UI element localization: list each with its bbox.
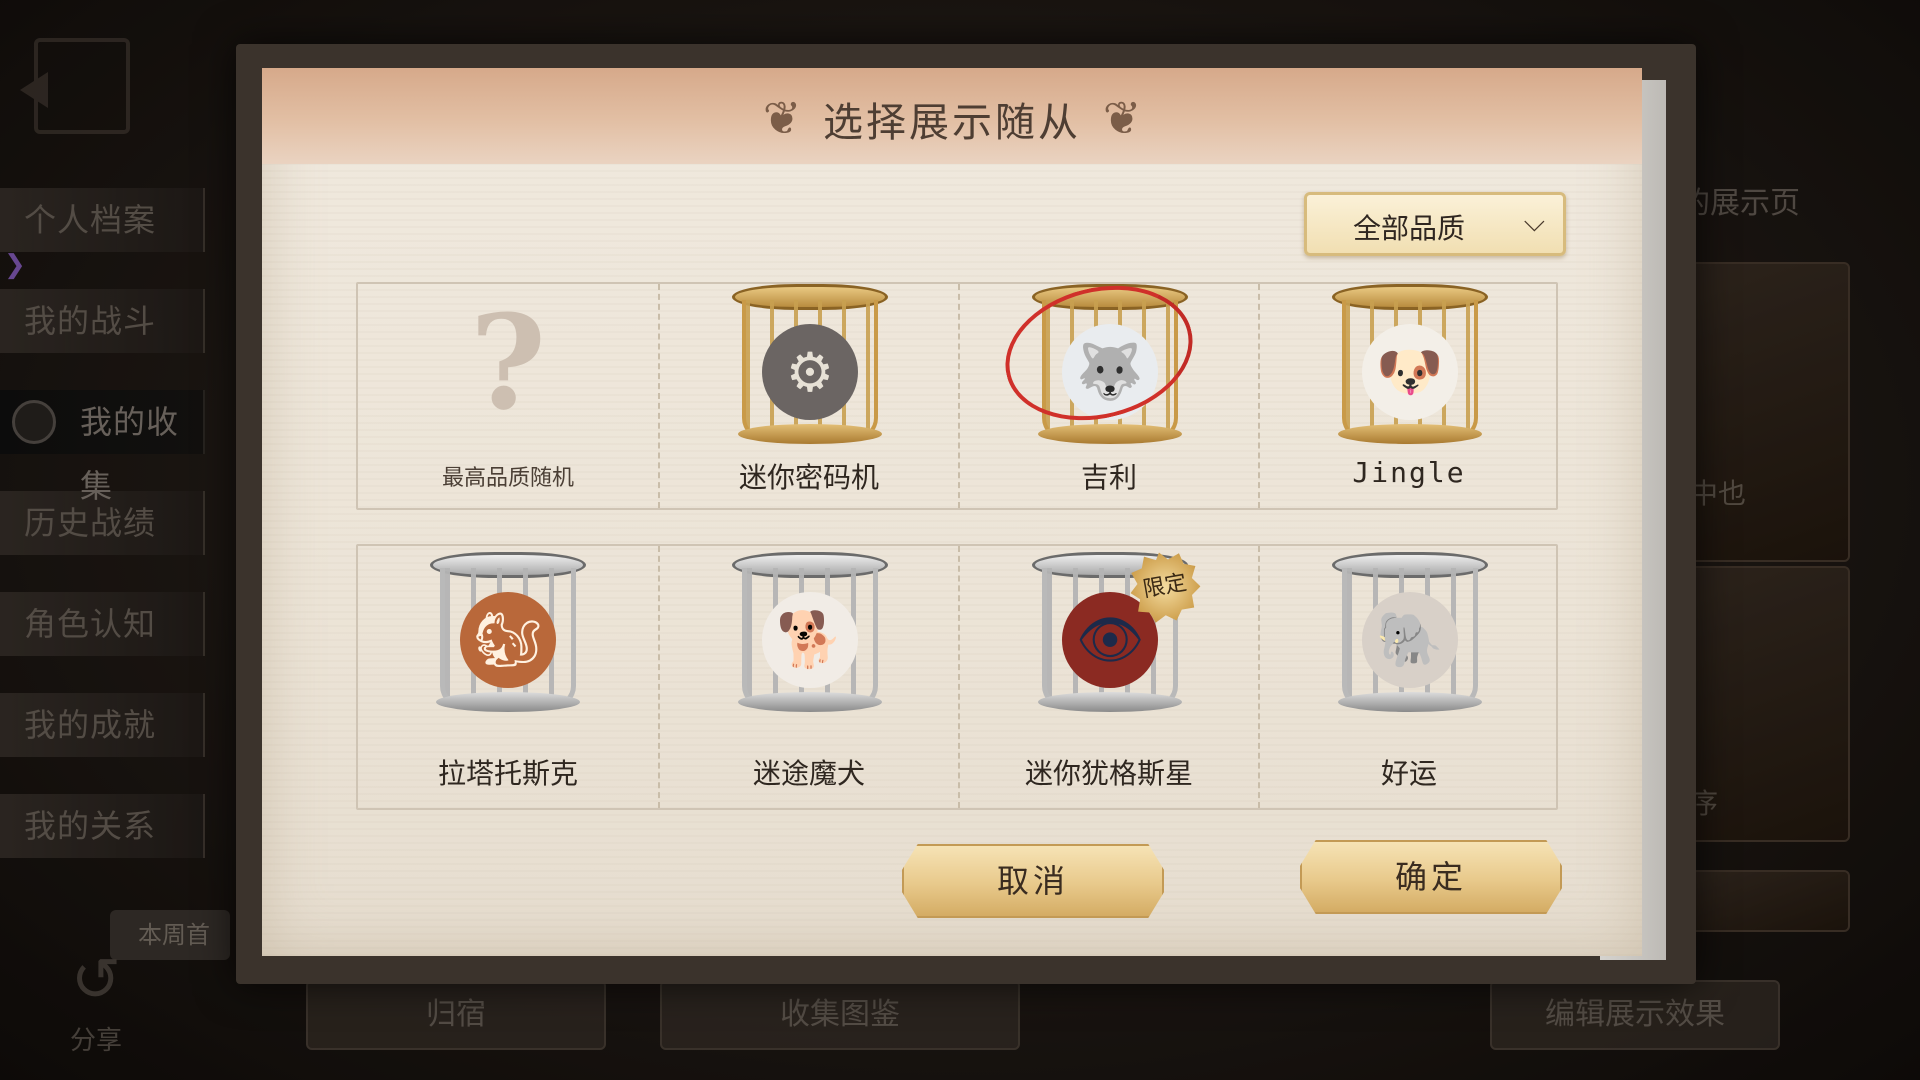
pet-option[interactable]: 👁 限定 迷你犹格斯星 [958,546,1258,808]
silver-cage-icon: 🐕 [728,552,892,716]
pet-name: 拉塔托斯克 [437,757,578,790]
gold-cage-icon: 🐶 [1328,284,1492,448]
lost-hound-pet-icon: 🐕 [762,592,858,688]
pet-option-selected[interactable]: 🐺 吉利 [958,266,1258,508]
chevron-down-icon: ⌵ [1523,205,1545,238]
confirm-button[interactable]: 确定 [1300,840,1562,914]
pet-name: 好运 [1380,757,1437,790]
select-pet-dialog: ❦ ❦ 选择展示随从 全部品质 ⌵ ? 最高品质随机 ⚙ 迷你密码机 🐺 吉利 [262,68,1642,956]
quality-filter-dropdown[interactable]: 全部品质 ⌵ [1304,192,1566,256]
pet-option-random[interactable]: ? 最高品质随机 [358,284,658,508]
white-dog-pet-icon: 🐶 [1362,324,1458,420]
pet-option[interactable]: ⚙ 迷你密码机 [658,284,958,508]
mini-cipher-machine-icon: ⚙ [762,324,858,420]
pet-name: 迷途魔犬 [752,757,865,790]
pet-option[interactable]: 🐶 Jingle [1258,284,1558,508]
pet-grid-row: 🐿 拉塔托斯克 🐕 迷途魔犬 👁 限定 迷你犹格斯星 🐘 好运 [356,544,1558,810]
cancel-button[interactable]: 取消 [902,844,1164,918]
silver-cage-icon: 🐘 [1328,552,1492,716]
squirrel-pet-icon: 🐿 [460,592,556,688]
pet-name: 迷你犹格斯星 [1024,757,1193,790]
gold-cage-icon: ⚙ [728,284,892,448]
pet-option[interactable]: 🐕 迷途魔犬 [658,546,958,808]
quality-filter-label: 全部品质 [1353,212,1466,245]
pet-name: 迷你密码机 [738,461,879,494]
pet-name: Jingle [1352,456,1466,489]
elephant-pet-icon: 🐘 [1362,592,1458,688]
dialog-title: 选择展示随从 [823,100,1081,146]
pet-name: 吉利 [1080,461,1137,494]
silver-cage-icon: 🐿 [426,552,590,716]
pet-option[interactable]: 🐘 好运 [1258,546,1558,808]
pet-name: 最高品质随机 [441,466,574,491]
pet-grid-row: ? 最高品质随机 ⚙ 迷你密码机 🐺 吉利 🐶 Jingle [356,266,1558,510]
pet-option[interactable]: 🐿 拉塔托斯克 [358,546,658,808]
question-mark-icon: ? [469,286,547,439]
